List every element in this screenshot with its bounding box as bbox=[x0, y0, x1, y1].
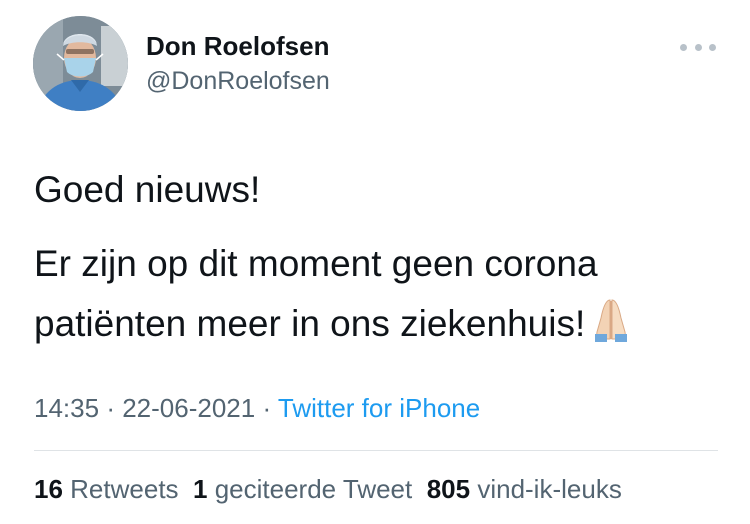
meta-separator: · bbox=[106, 393, 115, 423]
quotes-label: geciteerde Tweet bbox=[214, 474, 413, 504]
tweet-stats: 16 Retweets 1 geciteerde Tweet 805 vind-… bbox=[34, 474, 622, 505]
tweet-line-2: Er zijn op dit moment geen corona patiën… bbox=[34, 234, 734, 360]
quotes-count: 1 bbox=[193, 474, 208, 504]
more-dot bbox=[694, 43, 702, 51]
tweet-line-2-text: Er zijn op dit moment geen corona patiën… bbox=[34, 243, 598, 344]
author-name[interactable]: Don Roelofsen bbox=[146, 31, 329, 62]
author-handle[interactable]: @DonRoelofsen bbox=[146, 67, 330, 96]
retweets-label: Retweets bbox=[70, 474, 179, 504]
tweet-time[interactable]: 14:35 bbox=[34, 393, 99, 423]
retweets-stat[interactable]: 16 Retweets bbox=[34, 474, 179, 504]
likes-label: vind-ik-leuks bbox=[477, 474, 622, 504]
quotes-stat[interactable]: 1 geciteerde Tweet bbox=[193, 474, 412, 504]
avatar-photo bbox=[33, 16, 128, 111]
likes-stat[interactable]: 805 vind-ik-leuks bbox=[427, 474, 622, 504]
avatar[interactable] bbox=[33, 16, 128, 111]
folded-hands-icon bbox=[591, 298, 631, 360]
more-dot bbox=[709, 43, 716, 51]
tweet-line-1: Goed nieuws! bbox=[34, 169, 261, 210]
tweet-source-link[interactable]: Twitter for iPhone bbox=[278, 393, 480, 423]
more-options-icon[interactable] bbox=[680, 36, 716, 58]
retweets-count: 16 bbox=[34, 474, 63, 504]
tweet-meta: 14:35 · 22-06-2021 · Twitter for iPhone bbox=[34, 393, 480, 424]
meta-separator: · bbox=[262, 393, 272, 423]
tweet-date[interactable]: 22-06-2021 bbox=[122, 393, 255, 423]
more-dot bbox=[680, 43, 687, 51]
tweet-text: Goed nieuws! Er zijn op dit moment geen … bbox=[34, 160, 734, 360]
likes-count: 805 bbox=[426, 474, 471, 504]
divider bbox=[34, 450, 718, 451]
